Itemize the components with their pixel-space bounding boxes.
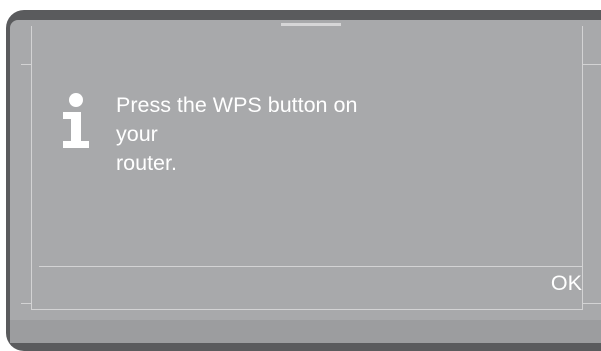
dialog-edge-tick [21, 64, 31, 65]
dialog-edge-tick [583, 303, 601, 304]
dialog-divider [39, 266, 583, 267]
dialog-edge-tick [21, 303, 31, 304]
info-icon [63, 93, 89, 148]
message-line: your [116, 122, 158, 146]
bottom-bar [10, 320, 601, 343]
dialog-message: Press the WPS button on your router. [116, 91, 446, 178]
dialog-edge-tick [583, 64, 601, 65]
message-line: Press the WPS button on [116, 93, 358, 117]
ok-button[interactable]: OK [530, 270, 582, 302]
message-line: router. [116, 151, 177, 175]
